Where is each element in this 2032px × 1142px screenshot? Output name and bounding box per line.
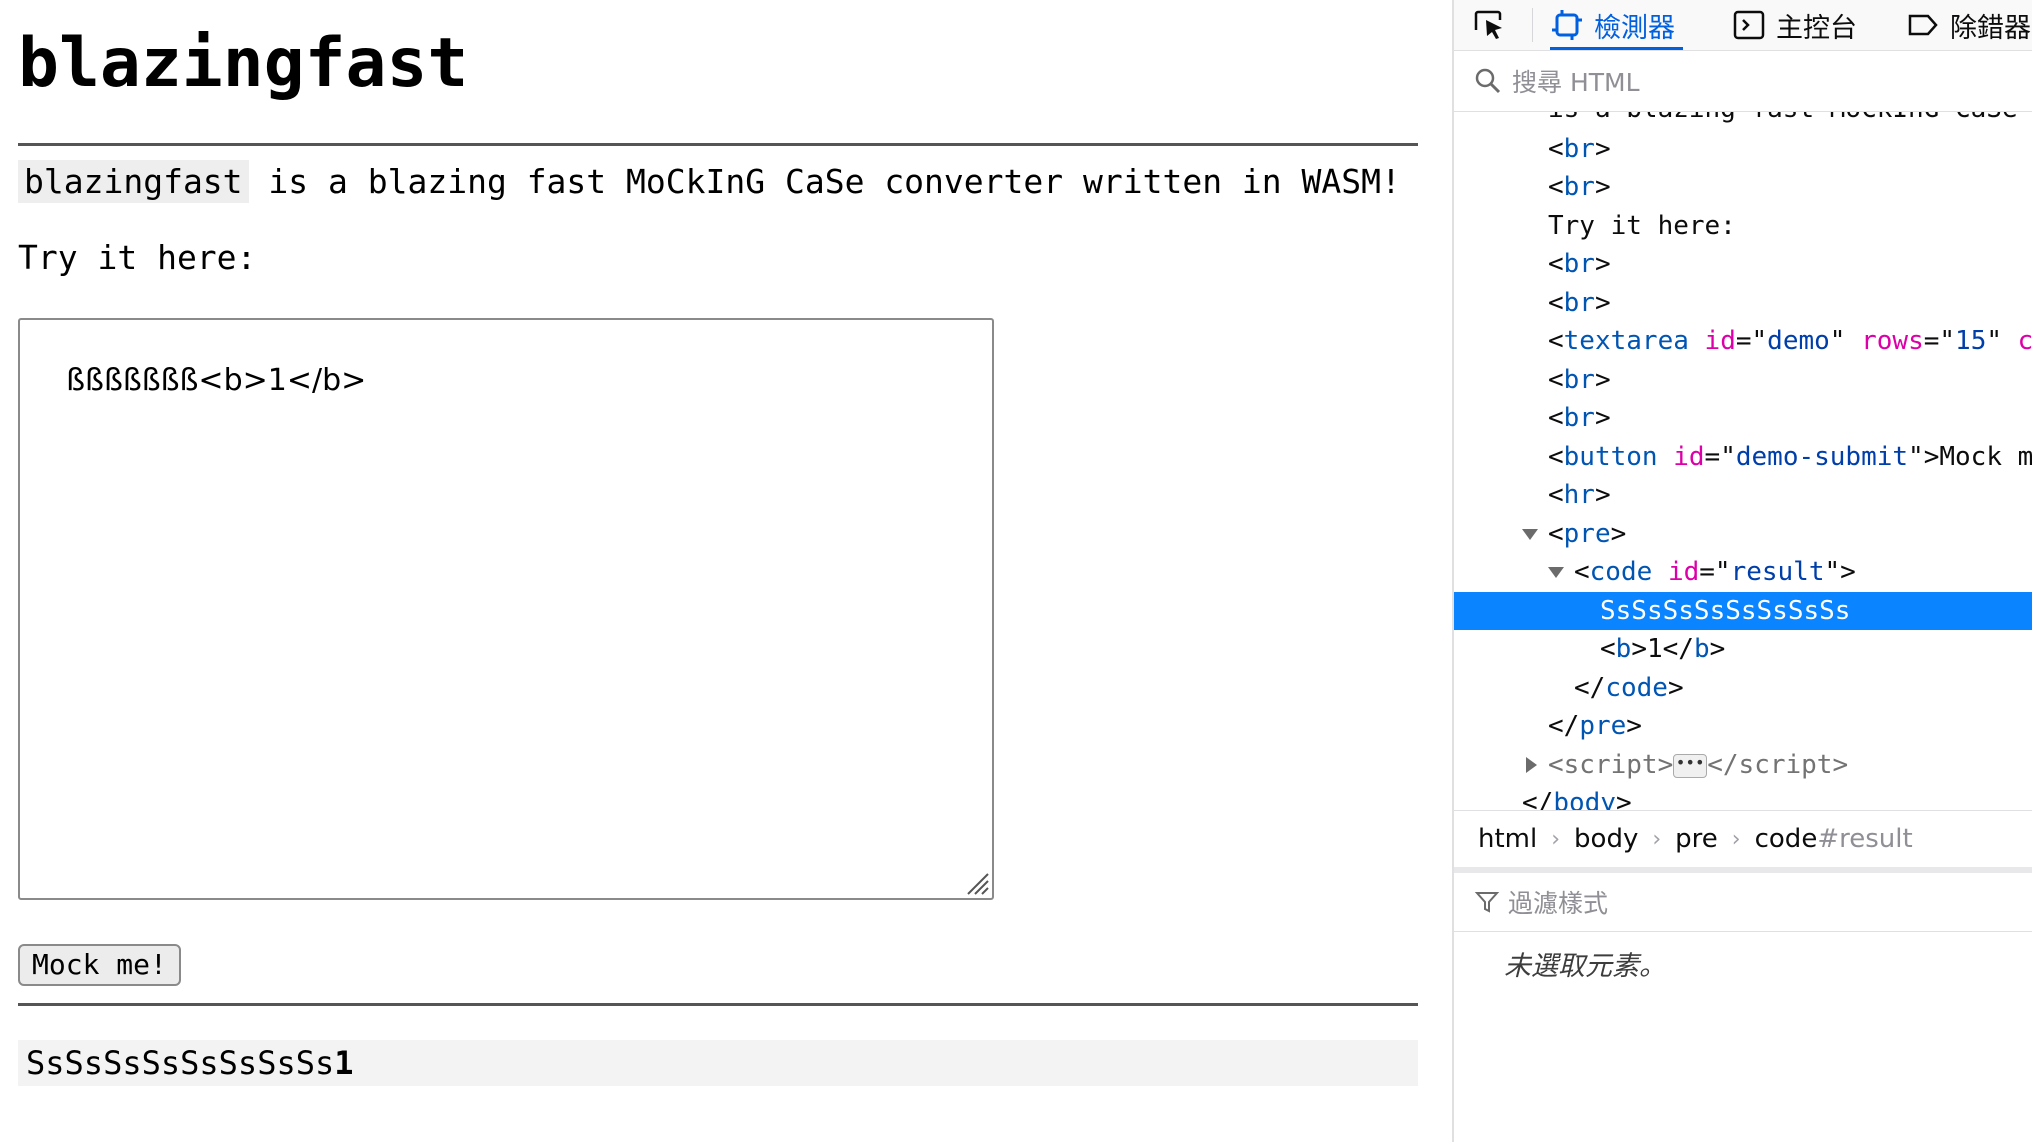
tree-row-pre-close[interactable]: </pre>: [1454, 707, 2032, 745]
tree-b-text: 1: [1646, 634, 1663, 664]
tab-inspector-label: 檢測器: [1594, 12, 1675, 44]
breadcrumb-code-id: #result: [1817, 824, 1913, 854]
tree-cut-text: is a blazing fast MoCkInG CaSe: [1548, 112, 2018, 124]
tree-row-br[interactable]: <br>: [1454, 245, 2032, 283]
devtools-panel: 檢測器 主控台 除錯器 搜尋 HTML is a blazing fast Mo…: [1452, 0, 2032, 1142]
chevron-right-icon: ›: [1551, 826, 1561, 852]
try-label: Try it here:: [18, 238, 257, 277]
resize-grip-icon[interactable]: [964, 870, 990, 896]
intro-text: blazingfast is a blazing fast MoCkInG Ca…: [18, 160, 1401, 204]
tree-row-br[interactable]: <br>: [1454, 130, 2032, 168]
divider: [18, 143, 1418, 146]
textarea-value: ßßßßßßß<b>1</b>: [66, 363, 367, 398]
tab-inspector[interactable]: 檢測器: [1550, 0, 1683, 50]
breadcrumb-body[interactable]: body: [1574, 824, 1638, 854]
devtools-toolbar: 檢測器 主控台 除錯器: [1454, 0, 2032, 51]
tree-row-body-close[interactable]: </body>: [1454, 784, 2032, 810]
tree-row-br[interactable]: <br>: [1454, 284, 2032, 322]
console-icon: [1733, 10, 1765, 40]
result-bold: 1: [334, 1044, 354, 1082]
demo-textarea[interactable]: ßßßßßßß<b>1</b>: [18, 318, 994, 900]
tree-row-text[interactable]: Try it here:: [1454, 207, 2032, 245]
html-search-placeholder: 搜尋 HTML: [1512, 68, 1640, 97]
element-picker-icon: [1474, 10, 1502, 39]
breadcrumb-html[interactable]: html: [1478, 824, 1537, 854]
filter-icon: [1474, 892, 1500, 913]
chevron-right-icon: ›: [1731, 826, 1741, 852]
search-icon: [1475, 68, 1501, 94]
tree-button-text: Mock m: [1939, 442, 2032, 472]
tree-row-textarea[interactable]: <textarea id="demo" rows="15" c: [1454, 322, 2032, 360]
filter-styles-placeholder: 過濾樣式: [1508, 889, 1609, 918]
tree-row-button[interactable]: <button id="demo-submit">Mock m: [1454, 438, 2032, 476]
page-content: blazingfast blazingfast is a blazing fas…: [0, 0, 1452, 1142]
page-title: blazingfast: [18, 24, 469, 103]
tree-try-text: Try it here:: [1548, 211, 1736, 241]
tab-debugger-label: 除錯器: [1950, 12, 2031, 44]
element-picker-button[interactable]: [1472, 0, 1516, 50]
intro-description: is a blazing fast MoCkInG CaSe converter…: [248, 162, 1401, 201]
tree-row-pre[interactable]: <pre>: [1454, 515, 2032, 553]
tree-textarea-id: demo: [1767, 326, 1830, 356]
tab-console[interactable]: 主控台: [1732, 0, 1857, 50]
tree-selected-text: SsSsSsSsSsSsSsSs: [1600, 596, 1851, 626]
breadcrumb-code-tag: code: [1754, 824, 1818, 854]
tree-row-br[interactable]: <br>: [1454, 361, 2032, 399]
tree-row-selected-text[interactable]: SsSsSsSsSsSsSsSs: [1454, 592, 2032, 630]
debugger-icon: [1908, 14, 1938, 36]
tree-row-code-close[interactable]: </code>: [1454, 669, 2032, 707]
divider: [18, 1003, 1418, 1006]
collapse-twisty-icon[interactable]: [1526, 757, 1537, 773]
expand-twisty-icon[interactable]: [1548, 567, 1564, 578]
breadcrumb-pre[interactable]: pre: [1675, 824, 1718, 854]
inspector-icon: [1552, 10, 1582, 40]
tree-textarea-rows: 15: [1955, 326, 1987, 356]
chevron-right-icon: ›: [1652, 826, 1662, 852]
expand-twisty-icon[interactable]: [1522, 529, 1538, 540]
breadcrumb-code[interactable]: code#result: [1755, 824, 1913, 854]
ellipsis-icon[interactable]: •••: [1673, 753, 1708, 778]
result-output: SsSsSsSsSsSsSsSs1: [18, 1040, 1418, 1086]
tree-row-br[interactable]: <br>: [1454, 399, 2032, 437]
tree-button-id: demo-submit: [1735, 442, 1909, 472]
tree-row-br[interactable]: <br>: [1454, 168, 2032, 206]
intro-code: blazingfast: [18, 160, 249, 203]
tree-row-b[interactable]: <b>1</b>: [1454, 630, 2032, 668]
html-search[interactable]: 搜尋 HTML: [1454, 51, 2032, 112]
tab-debugger[interactable]: 除錯器: [1906, 0, 2031, 50]
tree-row-code[interactable]: <code id="result">: [1454, 553, 2032, 591]
tree-row-script[interactable]: <script> •••</script>: [1454, 746, 2032, 784]
markup-tree: is a blazing fast MoCkInG CaSe <br> <br>…: [1454, 112, 2032, 810]
tab-console-label: 主控台: [1776, 12, 1857, 44]
tree-row-hr[interactable]: <hr>: [1454, 476, 2032, 514]
breadcrumb: html › body › pre › code#result: [1454, 810, 2032, 873]
filter-styles[interactable]: 過濾樣式: [1454, 873, 2032, 932]
mock-button[interactable]: Mock me!: [18, 944, 181, 986]
no-element-selected: 未選取元素。: [1504, 951, 1666, 982]
tree-code-id: result: [1730, 557, 1825, 587]
tree-row-text[interactable]: is a blazing fast MoCkInG CaSe: [1454, 112, 2032, 128]
result-text: SsSsSsSsSsSsSsSs: [26, 1044, 335, 1082]
